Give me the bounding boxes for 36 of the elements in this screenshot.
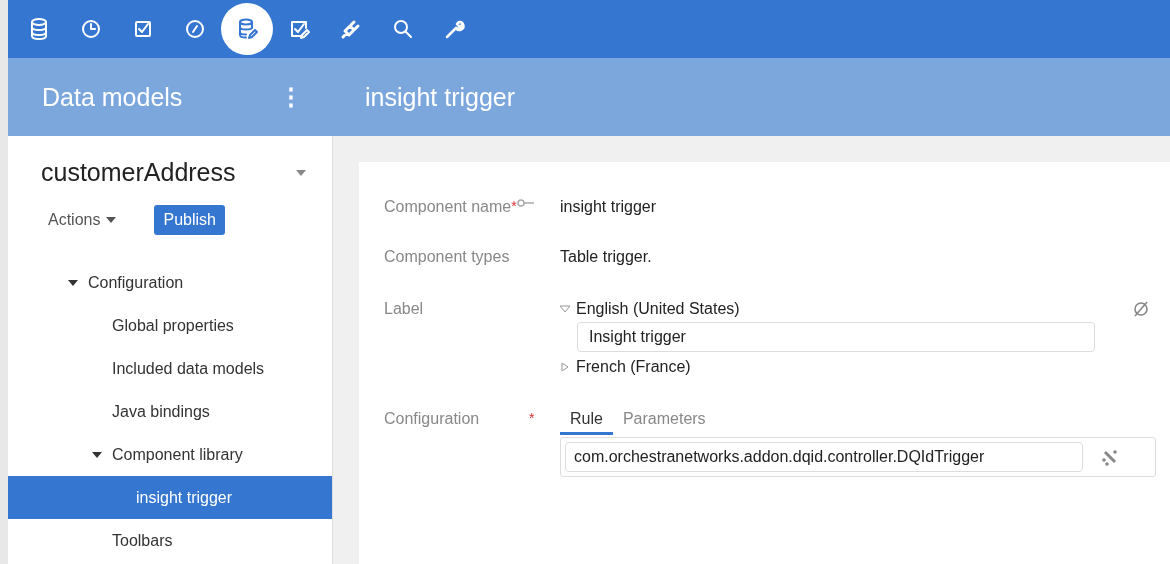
field-label: Component types <box>384 248 511 267</box>
tree-item[interactable]: Global properties <box>8 304 332 347</box>
actions-menu-button[interactable]: Actions <box>48 211 117 229</box>
magic-wand-icon[interactable] <box>1101 448 1119 466</box>
language-toggle[interactable]: French (France) <box>560 358 1132 376</box>
gauge-icon <box>183 17 207 41</box>
text-field[interactable]: com.orchestranetworks.addon.dqid.controller.DQIdTrigger <box>565 442 1083 472</box>
field-label: Component name <box>384 198 512 216</box>
page-title: insight trigger <box>364 82 516 112</box>
field-value: Table trigger. <box>560 248 652 267</box>
section-title: Data models <box>42 82 184 112</box>
field-label: Configuration <box>384 410 481 428</box>
search-icon <box>391 17 415 41</box>
text-field[interactable]: Insight trigger <box>577 322 1095 352</box>
database-edit-button[interactable] <box>221 3 273 55</box>
model-title: customerAddress <box>41 158 237 187</box>
key-icon <box>516 198 535 208</box>
field-label: Label <box>384 300 425 319</box>
caret-icon <box>106 217 117 223</box>
tree-item[interactable]: Included data models <box>8 347 332 390</box>
field-value: insight trigger <box>560 198 657 217</box>
tree-item[interactable]: Toolbars <box>8 519 332 562</box>
tab[interactable]: Parameters <box>612 410 716 435</box>
tree-item[interactable]: Configuration <box>8 261 332 304</box>
language-toggle[interactable]: English (United States) <box>560 300 1132 318</box>
tree-item[interactable]: Component library <box>8 433 332 476</box>
required-mark: * <box>511 198 517 214</box>
caret-icon[interactable] <box>68 278 78 287</box>
publish-button[interactable]: Publish <box>154 205 225 235</box>
required-mark: * <box>529 410 535 426</box>
tree-item[interactable]: insight trigger <box>8 476 332 519</box>
tree-item[interactable]: Java bindings <box>8 390 332 433</box>
null-icon[interactable] <box>1132 300 1150 318</box>
tab[interactable]: Rule <box>560 410 613 435</box>
caret-icon[interactable] <box>92 450 102 459</box>
clock-icon <box>79 17 103 41</box>
